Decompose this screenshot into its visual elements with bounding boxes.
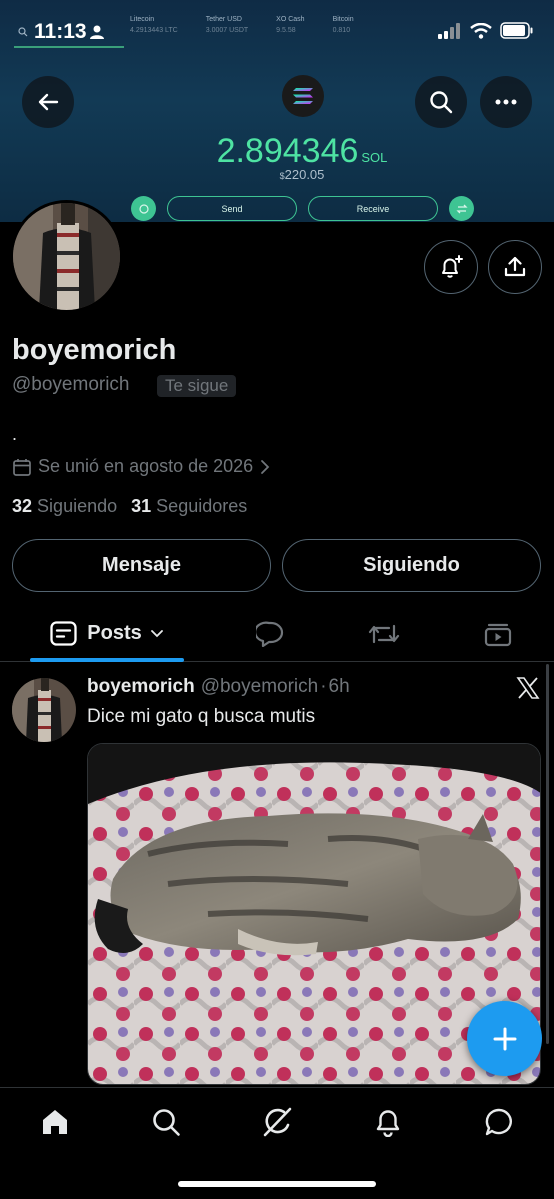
home-indicator: [178, 1181, 376, 1187]
exchange-circle-icon: [449, 196, 474, 221]
tab-media[interactable]: [474, 606, 522, 661]
wifi-icon: [470, 22, 492, 39]
more-horizontal-icon: [495, 99, 517, 105]
repost-icon: [368, 624, 400, 643]
ticker-item: Bitcoin 0.810: [332, 16, 354, 34]
ticker-item: XO Cash 9.5.58: [276, 16, 305, 34]
following-button[interactable]: Siguiendo: [282, 539, 541, 592]
avatar: [13, 203, 120, 310]
post-header: boyemorich @boyemorich · 6h: [87, 676, 350, 698]
solana-logo-icon: [282, 75, 324, 117]
battery-icon: [500, 22, 533, 39]
bell-icon: [376, 1110, 400, 1137]
profile-tabs: Posts: [0, 606, 554, 662]
post-text: Dice mi gato q busca mutis: [87, 706, 316, 727]
tab-reposts[interactable]: [360, 606, 408, 661]
following-link[interactable]: 32 Siguiendo: [12, 496, 117, 517]
joined-label: Se unió en agosto de 2026: [38, 456, 254, 476]
ticker-item: Tether USD 3.0007 USDT: [205, 16, 249, 34]
joined-date[interactable]: Se unió en agosto de 2026: [12, 456, 271, 477]
send-button: Send: [167, 196, 297, 221]
chevron-down-icon: [150, 629, 163, 637]
tab-posts[interactable]: Posts: [30, 606, 184, 661]
share-button[interactable]: [488, 240, 542, 294]
profile-bio: .: [12, 424, 18, 444]
sol-balance: 2.894346 SOL: [216, 132, 388, 170]
ticker-item: Litecoin 4.2913443 LTC: [130, 16, 178, 34]
display-name: boyemorich: [12, 334, 177, 366]
person-icon: [90, 25, 104, 39]
back-button[interactable]: [22, 76, 74, 128]
scrollbar[interactable]: [546, 664, 549, 1044]
message-button[interactable]: Mensaje: [12, 539, 271, 592]
tab-replies[interactable]: [246, 606, 294, 661]
media-icon: [484, 623, 512, 646]
tab-posts-label: Posts: [87, 622, 142, 644]
ticker-underline: [14, 46, 124, 48]
nav-messages[interactable]: [482, 1105, 516, 1139]
profile-handle: @boyemorich: [12, 374, 130, 395]
arrow-left-icon: [38, 93, 59, 111]
post-author-name[interactable]: boyemorich: [87, 676, 195, 698]
grok-icon: [263, 1107, 292, 1137]
profile-avatar[interactable]: [10, 200, 123, 313]
x-logo-icon: [516, 677, 540, 699]
swap-circle-icon: [131, 196, 156, 221]
post-separator: ·: [320, 676, 327, 697]
home-icon: [43, 1110, 67, 1134]
calendar-icon: [13, 458, 31, 476]
reply-icon: [256, 621, 284, 647]
share-icon: [504, 256, 526, 277]
receive-button: Receive: [308, 196, 438, 221]
posts-icon: [50, 621, 77, 646]
post-author-handle[interactable]: @boyemorich: [201, 676, 319, 698]
search-button[interactable]: [415, 76, 467, 128]
more-button[interactable]: [480, 76, 532, 128]
post-time[interactable]: 6h: [329, 676, 350, 698]
status-icons: [438, 22, 534, 39]
post-author-avatar[interactable]: [12, 678, 76, 742]
active-tab-indicator: [30, 658, 184, 662]
followers-link[interactable]: 31 Seguidores: [131, 496, 247, 517]
search-icon: [153, 1109, 180, 1136]
signal-icon: [438, 22, 460, 39]
bell-plus-icon: [442, 255, 463, 278]
nav-search[interactable]: [149, 1105, 183, 1139]
plus-icon: [493, 1027, 516, 1050]
notify-button[interactable]: [424, 240, 478, 294]
search-icon: [430, 91, 453, 114]
status-time: 11:13: [34, 20, 87, 43]
follows-you-badge: Te sigue: [157, 375, 237, 397]
chevron-right-icon: [261, 459, 270, 474]
compose-button[interactable]: [467, 1001, 542, 1076]
usd-balance: $220.05: [279, 167, 325, 182]
nav-grok[interactable]: [260, 1105, 294, 1139]
messages-icon: [485, 1108, 512, 1136]
nav-notifications[interactable]: [371, 1105, 405, 1139]
nav-home[interactable]: [38, 1105, 72, 1139]
follow-stats: 32 Siguiendo 31 Seguidores: [12, 496, 247, 517]
